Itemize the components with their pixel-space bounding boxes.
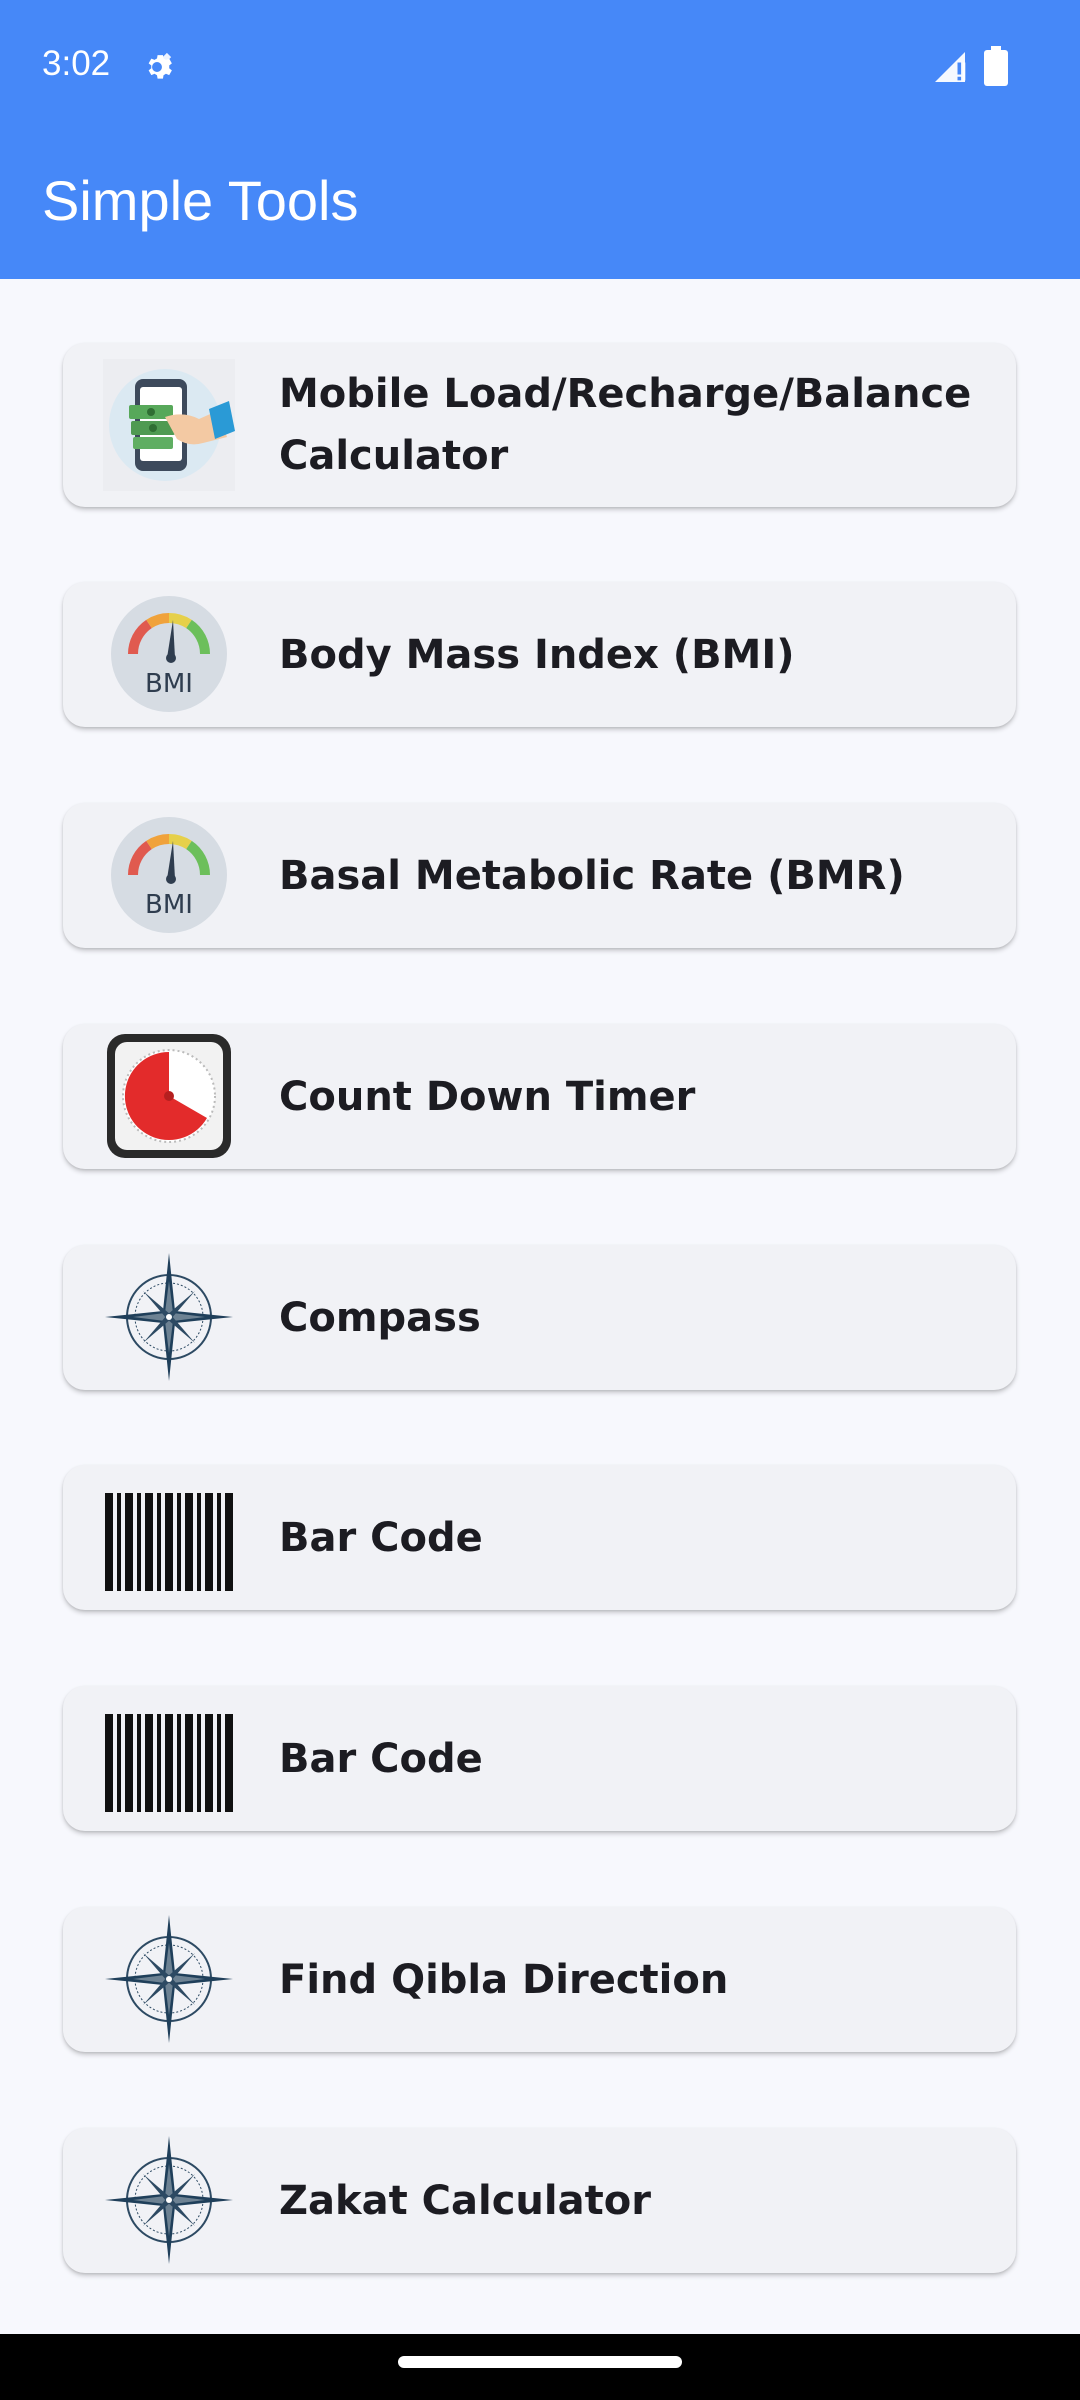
tool-label: Bar Code bbox=[279, 1515, 483, 1561]
timer-icon bbox=[103, 1030, 235, 1162]
tool-card-qibla[interactable]: Find Qibla Direction bbox=[63, 1907, 1016, 2052]
tool-card-countdown-timer[interactable]: Count Down Timer bbox=[63, 1024, 1016, 1169]
status-time: 3:02 bbox=[42, 44, 111, 83]
svg-text:BMI: BMI bbox=[145, 890, 193, 920]
tool-label: Find Qibla Direction bbox=[279, 1957, 729, 2003]
status-bar: 3:02 bbox=[0, 0, 1080, 134]
tool-card-barcode[interactable]: Bar Code bbox=[63, 1686, 1016, 1831]
tool-label: Compass bbox=[279, 1295, 481, 1341]
battery-icon bbox=[984, 46, 1008, 86]
compass-rose-icon bbox=[103, 1251, 235, 1383]
bmi-gauge-icon: BMI bbox=[103, 809, 235, 941]
tool-label: Basal Metabolic Rate (BMR) bbox=[279, 853, 905, 899]
navigation-bar bbox=[0, 2334, 1080, 2400]
tool-card-mobile-recharge[interactable]: Mobile Load/Recharge/Balance Calculator bbox=[63, 343, 1016, 507]
settings-gear-icon bbox=[148, 52, 172, 79]
app-title: Simple Tools bbox=[42, 169, 359, 232]
bmi-gauge-icon: BMI bbox=[103, 588, 235, 720]
tool-label: Zakat Calculator bbox=[279, 2178, 651, 2224]
home-indicator[interactable] bbox=[398, 2356, 682, 2368]
tool-label: Bar Code bbox=[279, 1736, 483, 1782]
compass-rose-icon bbox=[103, 2134, 235, 2266]
compass-rose-icon bbox=[103, 1913, 235, 2045]
mobile-recharge-icon bbox=[103, 359, 235, 491]
tool-card-bmi[interactable]: BMI Body Mass Index (BMI) bbox=[63, 582, 1016, 727]
tool-label: Mobile Load/Recharge/Balance Calculator bbox=[279, 371, 972, 479]
tool-card-barcode[interactable]: Bar Code bbox=[63, 1465, 1016, 1610]
tool-card-zakat[interactable]: Zakat Calculator bbox=[63, 2128, 1016, 2273]
barcode-icon bbox=[103, 1692, 235, 1824]
barcode-icon bbox=[103, 1471, 235, 1603]
app-bar: Simple Tools bbox=[0, 134, 1080, 279]
tool-label: Body Mass Index (BMI) bbox=[279, 632, 795, 678]
tool-card-compass[interactable]: Compass bbox=[63, 1245, 1016, 1390]
tool-card-bmr[interactable]: BMI Basal Metabolic Rate (BMR) bbox=[63, 803, 1016, 948]
svg-text:BMI: BMI bbox=[145, 669, 193, 699]
tool-label: Count Down Timer bbox=[279, 1074, 696, 1120]
signal-icon bbox=[935, 52, 966, 82]
